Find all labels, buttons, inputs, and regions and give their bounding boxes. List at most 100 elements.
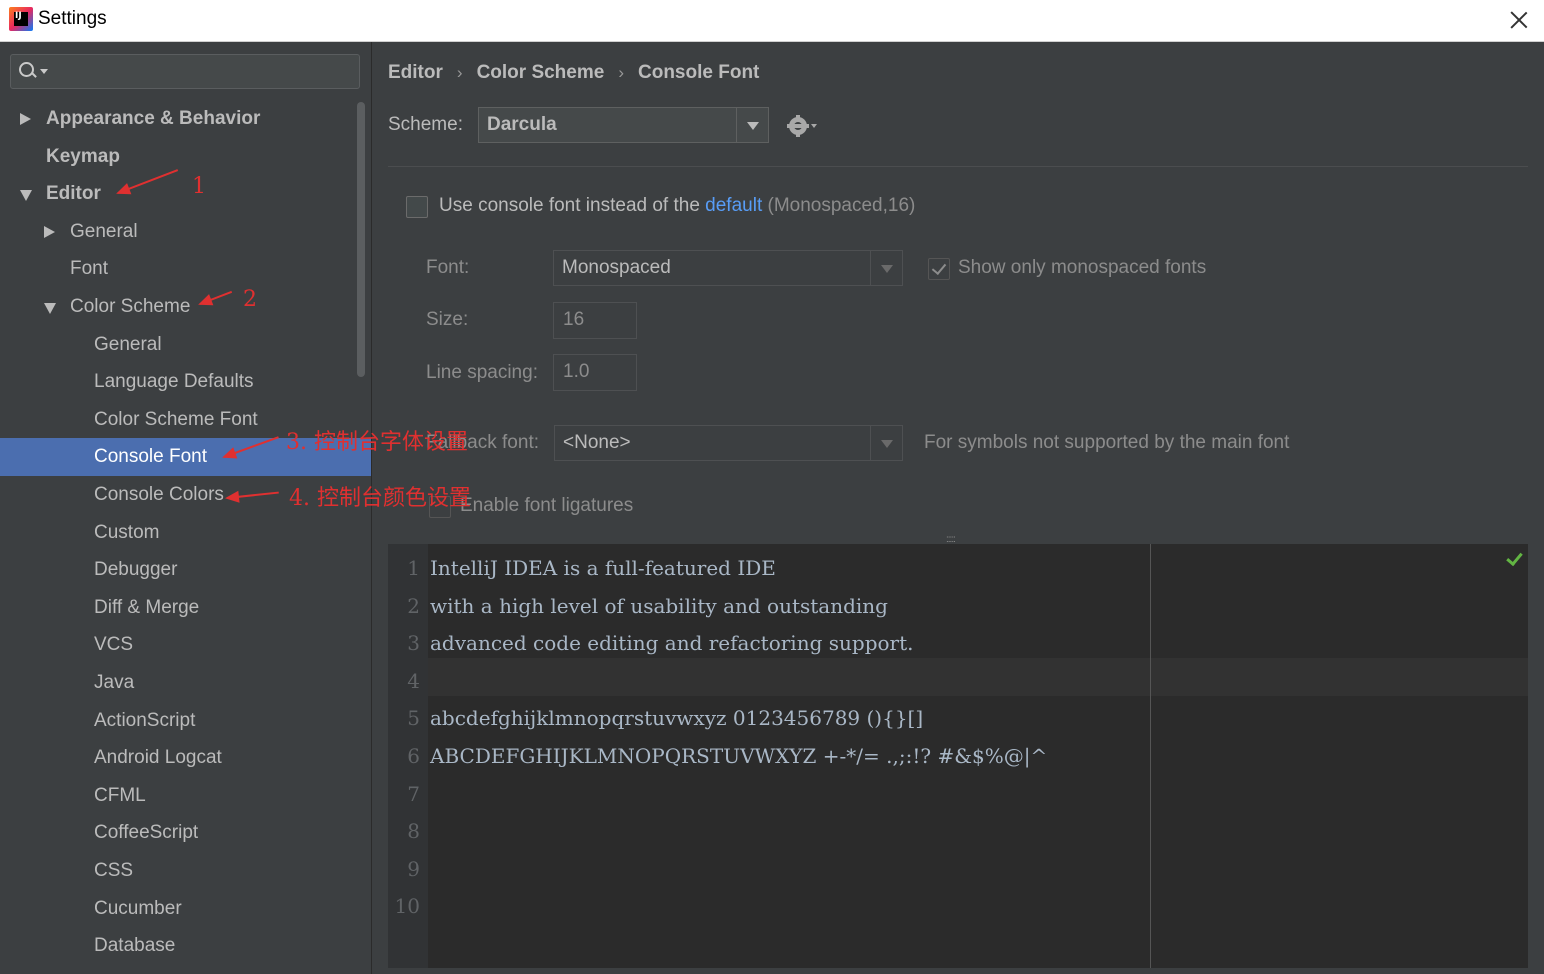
- scheme-dropdown[interactable]: Darcula: [478, 107, 769, 143]
- sidebar-item-cfml[interactable]: CFML: [0, 777, 371, 815]
- chevron-down-icon[interactable]: [870, 426, 902, 460]
- sidebar-item-label: Java: [94, 672, 135, 693]
- breadcrumb-separator: ›: [618, 63, 624, 82]
- line-number: 10: [394, 894, 420, 919]
- sidebar-item-css[interactable]: CSS: [0, 852, 371, 890]
- fallback-font-hint: For symbols not supported by the main fo…: [924, 432, 1290, 453]
- gear-chevron-icon[interactable]: [811, 124, 817, 128]
- search-icon[interactable]: [19, 62, 39, 82]
- scheme-label: Scheme:: [388, 114, 463, 135]
- breadcrumb: Editor › Color Scheme › Console Font: [388, 62, 759, 84]
- font-dropdown[interactable]: Monospaced: [553, 250, 903, 286]
- annotation-1: 1: [192, 174, 206, 199]
- code-line: 9: [388, 850, 1528, 888]
- fallback-font-value: <None>: [563, 432, 631, 453]
- line-text: ABCDEFGHIJKLMNOPQRSTUVWXYZ +-*/= .,;:!? …: [430, 744, 1048, 768]
- sidebar-item-debugger[interactable]: Debugger: [0, 551, 371, 589]
- sidebar-item-actionscript[interactable]: ActionScript: [0, 702, 371, 740]
- code-line: 6 ABCDEFGHIJKLMNOPQRSTUVWXYZ +-*/= .,;:!?…: [388, 737, 1528, 775]
- show-monospaced-checkbox[interactable]: [928, 258, 950, 280]
- code-line: 4: [388, 662, 1528, 700]
- sidebar-item-label: Custom: [94, 522, 160, 543]
- annotation-3: 3. 控制台字体设置: [286, 430, 468, 455]
- sidebar-item-coffeescript[interactable]: CoffeeScript: [0, 814, 371, 852]
- sidebar-item-label: ActionScript: [94, 710, 196, 731]
- chevron-right-icon[interactable]: [20, 113, 31, 125]
- line-spacing-label: Line spacing:: [426, 362, 538, 383]
- title-bar: IJ Settings: [0, 0, 1544, 42]
- sidebar-item-general[interactable]: General: [0, 326, 371, 364]
- line-text: abcdefghijklmnopqrstuvwxyz 0123456789 ()…: [430, 706, 924, 731]
- search-options-chevron-icon[interactable]: [40, 69, 48, 74]
- sidebar-item-diff-merge[interactable]: Diff & Merge: [0, 589, 371, 627]
- use-console-font-label: Use console font instead of the default …: [439, 195, 915, 217]
- line-number: 2: [407, 593, 420, 618]
- sidebar-item-custom[interactable]: Custom: [0, 514, 371, 552]
- sidebar-item-label: Keymap: [46, 146, 120, 167]
- chevron-right-icon[interactable]: [44, 226, 55, 238]
- code-line: 3 advanced code editing and refactoring s…: [388, 624, 1528, 662]
- chevron-down-icon[interactable]: [736, 108, 768, 142]
- search-box[interactable]: [10, 54, 360, 89]
- sidebar-item-label: Debugger: [94, 559, 178, 580]
- sidebar-item-label: General: [70, 221, 138, 242]
- sidebar-item-database[interactable]: Database: [0, 927, 371, 965]
- sidebar-item-label: Font: [70, 258, 109, 279]
- code-line: 1 IntelliJ IDEA is a full-featured IDE: [388, 549, 1528, 587]
- font-ligatures-label: Enable font ligatures: [460, 495, 634, 516]
- code-line: 8: [388, 812, 1528, 850]
- line-text: IntelliJ IDEA is a full-featured IDE: [430, 556, 776, 580]
- code-line: 5 abcdefghijklmnopqrstuvwxyz 0123456789 (…: [388, 699, 1528, 737]
- separator: [388, 166, 1528, 167]
- sidebar-item-label: Android Logcat: [94, 747, 222, 768]
- settings-content: Editor › Color Scheme › Console Font Scheme:…: [373, 42, 1544, 974]
- sidebar-item-appearance-behavior[interactable]: Appearance & Behavior: [0, 100, 371, 138]
- sidebar-item-label: Color Scheme Font: [94, 409, 258, 430]
- code-line: 2 with a high level of usability and outs…: [388, 587, 1528, 625]
- line-number: 5: [407, 706, 420, 731]
- breadcrumb-editor[interactable]: Editor: [388, 62, 443, 84]
- sidebar-item-cucumber[interactable]: Cucumber: [0, 890, 371, 928]
- sidebar-item-color-scheme[interactable]: Color Scheme: [0, 288, 371, 326]
- sidebar-item-label: Console Font: [94, 446, 208, 467]
- sidebar-item-general[interactable]: General: [0, 213, 371, 251]
- code-line: 10: [388, 887, 1528, 925]
- use-console-font-checkbox[interactable]: [406, 196, 428, 218]
- sidebar-item-font[interactable]: Font: [0, 250, 371, 288]
- line-spacing-field[interactable]: 1.0: [553, 354, 637, 391]
- sidebar-item-label: Diff & Merge: [94, 597, 200, 618]
- fallback-font-dropdown[interactable]: <None>: [554, 425, 903, 461]
- chevron-down-icon[interactable]: [20, 190, 32, 201]
- sidebar-item-android-logcat[interactable]: Android Logcat: [0, 739, 371, 777]
- line-number: 3: [407, 631, 420, 656]
- sidebar-item-label: CSS: [94, 860, 134, 881]
- sidebar-item-java[interactable]: Java: [0, 664, 371, 702]
- gear-icon[interactable]: [787, 117, 809, 135]
- default-link[interactable]: default: [705, 195, 762, 216]
- close-icon[interactable]: [1508, 9, 1530, 31]
- sidebar-item-label: Color Scheme: [70, 296, 191, 317]
- sidebar-item-label: CoffeeScript: [94, 822, 199, 843]
- sidebar-item-label: Cucumber: [94, 898, 182, 919]
- search-input[interactable]: [53, 59, 353, 85]
- default-font-hint: (Monospaced,16): [762, 195, 916, 216]
- breadcrumb-color-scheme[interactable]: Color Scheme: [477, 62, 605, 84]
- sidebar-item-label: Language Defaults: [94, 371, 254, 392]
- line-text: with a high level of usability and outst…: [430, 593, 888, 618]
- scheme-value: Darcula: [487, 114, 557, 135]
- preview-editor[interactable]: 1 IntelliJ IDEA is a full-featured IDE 2 wi…: [388, 544, 1528, 968]
- chevron-down-icon[interactable]: [44, 303, 56, 314]
- line-number: 4: [407, 668, 420, 693]
- sidebar-item-keymap[interactable]: Keymap: [0, 138, 371, 176]
- sidebar-item-label: General: [94, 334, 162, 355]
- size-field[interactable]: 16: [553, 302, 637, 339]
- line-number: 6: [407, 744, 420, 768]
- chevron-down-icon[interactable]: [870, 251, 902, 285]
- sidebar-item-language-defaults[interactable]: Language Defaults: [0, 363, 371, 401]
- sidebar-item-label: Appearance & Behavior: [46, 108, 261, 129]
- sidebar-item-label: VCS: [94, 634, 134, 655]
- line-text: advanced code editing and refactoring su…: [430, 631, 914, 656]
- sidebar-item-vcs[interactable]: VCS: [0, 626, 371, 664]
- sidebar-item-editor[interactable]: Editor: [0, 175, 371, 213]
- annotation-4: 4. 控制台颜色设置: [289, 486, 471, 511]
